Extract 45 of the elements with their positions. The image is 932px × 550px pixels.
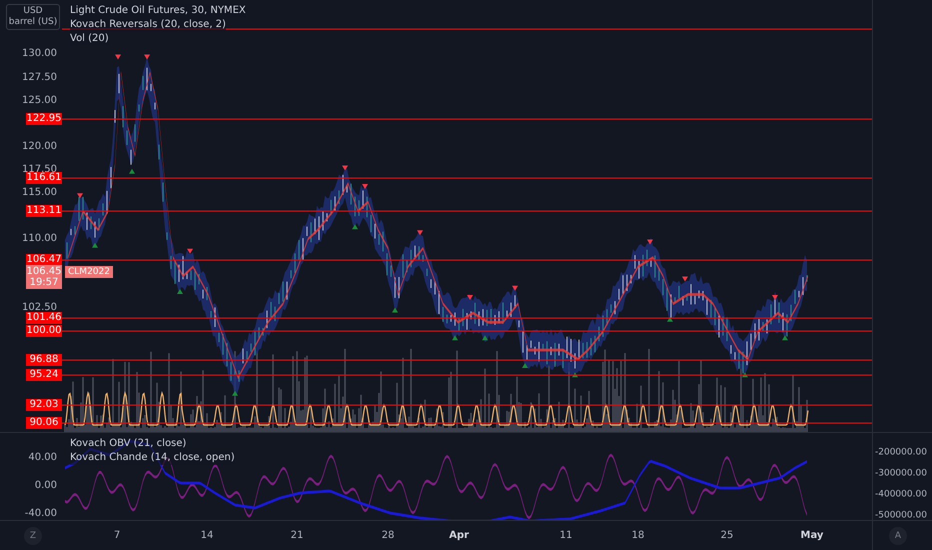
indicator-legend: Kovach Chande (14, close, open) bbox=[70, 451, 235, 465]
price-tick-label: 110.00 bbox=[22, 233, 57, 245]
price-tick-label: 127.50 bbox=[22, 72, 57, 84]
unit-selector[interactable]: USD barrel (US) bbox=[6, 4, 60, 30]
oscillator-tick-label: -40.00 bbox=[24, 508, 57, 520]
last-price: 106.45 bbox=[26, 266, 62, 277]
obv-tick-label: -300000.00 bbox=[875, 468, 927, 480]
oscillator-tick-label: 0.00 bbox=[34, 480, 57, 492]
time-axis-label: 25 bbox=[720, 530, 734, 542]
obv-tick-label: -200000.00 bbox=[875, 448, 927, 458]
price-tick-label: 115.00 bbox=[22, 187, 57, 199]
price-level-tag: 100.00 bbox=[26, 325, 62, 337]
auto-scale-button[interactable]: A bbox=[889, 527, 907, 545]
price-level-tag: 106.47 bbox=[26, 254, 62, 266]
time-axis-label: 18 bbox=[632, 530, 644, 542]
time-axis-label: 11 bbox=[560, 530, 572, 542]
price-level-tag: 101.46 bbox=[26, 312, 62, 324]
price-level-tag: 90.06 bbox=[26, 417, 62, 429]
time-axis-label: 7 bbox=[114, 530, 120, 542]
time-axis-label: Apr bbox=[449, 530, 469, 542]
time-axis-label: 28 bbox=[382, 530, 394, 542]
price-tick-label: 125.00 bbox=[22, 95, 57, 107]
obv-tick-label: -400000.00 bbox=[875, 490, 927, 500]
price-tick-label: 130.00 bbox=[22, 48, 57, 60]
price-tick-label: 120.00 bbox=[22, 141, 57, 153]
bar-countdown: 19:57 bbox=[30, 277, 58, 288]
time-axis-label: May bbox=[800, 530, 824, 542]
price-tick-label: 102.50 bbox=[22, 302, 57, 313]
timezone-button[interactable]: Z bbox=[24, 527, 42, 545]
oscillator-tick-label: 40.00 bbox=[28, 452, 57, 464]
obv-tick-label: -500000.00 bbox=[875, 510, 927, 522]
price-level-tag: 113.11 bbox=[26, 205, 62, 217]
time-axis-label: 21 bbox=[290, 530, 304, 542]
price-level-tag: 92.03 bbox=[26, 399, 62, 411]
indicator-legend: Light Crude Oil Futures, 30, NYMEX bbox=[70, 4, 246, 18]
price-level-tag: 116.61 bbox=[26, 172, 62, 184]
indicator-legend: Kovach Reversals (20, close, 2) bbox=[70, 18, 226, 32]
price-level-tag: 95.24 bbox=[26, 369, 62, 381]
currency-label: USD bbox=[23, 6, 43, 17]
unit-label: barrel (US) bbox=[8, 17, 58, 28]
indicator-legend: Kovach OBV (21, close) bbox=[70, 437, 186, 451]
price-level-tag: 122.95 bbox=[26, 113, 62, 125]
price-level-tag: 96.88 bbox=[26, 354, 62, 366]
time-axis-label: 14 bbox=[200, 530, 214, 542]
symbol-tag: CLM2022 bbox=[65, 266, 113, 278]
